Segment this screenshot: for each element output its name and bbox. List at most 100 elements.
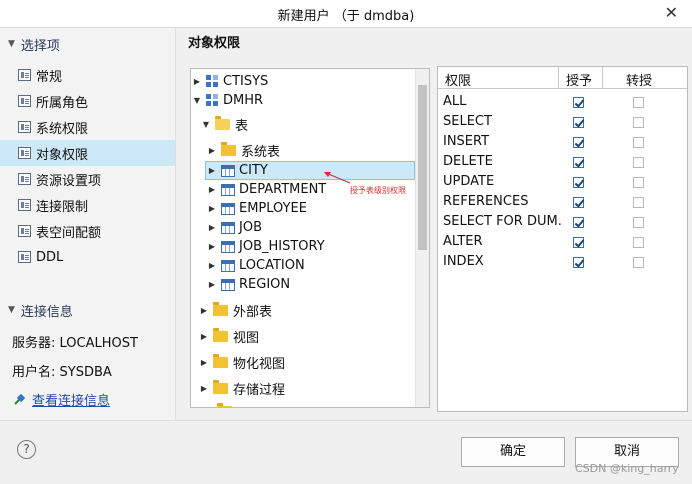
sidebar-nav: 常规 所属角色 系统权限 对象权限 资源设置项 连接限制 表空间配额 DDL — [0, 62, 175, 270]
table-icon — [221, 164, 235, 177]
server-info: 服务器: LOCALHOST — [12, 336, 138, 351]
transfer-checkbox[interactable] — [633, 237, 644, 248]
expand-arrow-icon[interactable]: ▶ — [207, 223, 217, 232]
grant-checkbox[interactable] — [573, 137, 584, 148]
sidebar-item-connection-limits[interactable]: 连接限制 — [0, 192, 175, 218]
collapse-triangle-icon[interactable]: ▼ — [8, 305, 15, 315]
tree-node-label: 视图 — [233, 331, 260, 346]
sidebar-item-label: 表空间配额 — [36, 225, 102, 241]
expand-arrow-icon[interactable]: ▶ — [207, 242, 217, 251]
page-icon — [18, 69, 31, 81]
help-icon[interactable]: ? — [17, 440, 36, 459]
username-info: 用户名: SYSDBA — [12, 365, 112, 380]
sidebar-item-label: 常规 — [36, 69, 63, 85]
sidebar-item-tablespace-quota[interactable]: 表空间配额 — [0, 218, 175, 244]
tree-node-label: 外部表 — [233, 305, 273, 320]
tree-node-label: 存储过程 — [233, 383, 286, 398]
expand-arrow-icon[interactable]: ▶ — [199, 306, 209, 315]
annotation-arrow-icon — [324, 172, 351, 184]
sidebar-item-system-privileges[interactable]: 系统权限 — [0, 114, 175, 140]
folder-icon — [213, 380, 228, 394]
grant-checkbox[interactable] — [573, 257, 584, 268]
folder-icon — [213, 354, 228, 368]
collapse-arrow-icon[interactable]: ▼ — [201, 120, 211, 129]
transfer-checkbox[interactable] — [633, 197, 644, 208]
tree-scrollbar-thumb[interactable] — [418, 85, 427, 250]
grant-checkbox[interactable] — [573, 157, 584, 168]
transfer-checkbox[interactable] — [633, 157, 644, 168]
tree-node-label: JOB_HISTORY — [239, 239, 325, 254]
page-icon — [18, 199, 31, 211]
transfer-checkbox[interactable] — [633, 97, 644, 108]
tree-node-external-tables[interactable]: ▶ 外部表 — [199, 301, 399, 320]
tree-node-tables-folder[interactable]: ▼ 表 — [201, 115, 411, 134]
transfer-checkbox[interactable] — [633, 137, 644, 148]
folder-icon — [213, 328, 228, 342]
expand-arrow-icon[interactable]: ▶ — [207, 166, 217, 175]
table-icon — [221, 240, 235, 253]
sidebar-item-general[interactable]: 常规 — [0, 62, 175, 88]
tree-node-views[interactable]: ▶ 视图 — [199, 327, 399, 346]
folder-icon — [213, 302, 228, 316]
tree-node-job[interactable]: ▶ JOB — [207, 218, 407, 237]
table-icon — [221, 278, 235, 291]
database-icon — [206, 94, 219, 107]
transfer-checkbox[interactable] — [633, 257, 644, 268]
tree-node-materialized-views[interactable]: ▶ 物化视图 — [199, 353, 399, 372]
grant-checkbox[interactable] — [573, 117, 584, 128]
tree-node-stored-procedures[interactable]: ▶ 存储过程 — [199, 379, 399, 398]
sidebar-item-roles[interactable]: 所属角色 — [0, 88, 175, 114]
permission-row: INDEX — [438, 252, 687, 272]
grant-checkbox[interactable] — [573, 217, 584, 228]
transfer-checkbox[interactable] — [633, 177, 644, 188]
sidebar-item-ddl[interactable]: DDL — [0, 244, 175, 270]
expand-arrow-icon[interactable]: ▶ — [199, 358, 209, 367]
grant-checkbox[interactable] — [573, 177, 584, 188]
expand-arrow-icon[interactable]: ▶ — [199, 384, 209, 393]
page-icon — [18, 147, 31, 159]
grant-checkbox[interactable] — [573, 97, 584, 108]
expand-arrow-icon[interactable]: ▶ — [207, 280, 217, 289]
tree-node-label: JOB — [239, 220, 262, 235]
tree-node-employee[interactable]: ▶ EMPLOYEE — [207, 199, 407, 218]
tree-node-job-history[interactable]: ▶ JOB_HISTORY — [207, 237, 407, 256]
connection-section-header[interactable]: ▼ 连接信息 — [0, 298, 176, 322]
tree-node-location[interactable]: ▶ LOCATION — [207, 256, 407, 275]
object-tree[interactable]: ▶ CTISYS ▼ DMHR ▼ 表 ▶ 系统表 ▶ CITY ▶ DEPARTMENT … — [190, 68, 430, 408]
transfer-checkbox[interactable] — [633, 117, 644, 128]
close-icon[interactable]: ✕ — [665, 3, 678, 22]
table-icon — [221, 202, 235, 215]
select-section-header[interactable]: ▼ 选择项 — [0, 32, 175, 56]
transfer-checkbox[interactable] — [633, 217, 644, 228]
sidebar-item-resource-settings[interactable]: 资源设置项 — [0, 166, 175, 192]
tree-node-ctisys[interactable]: ▶ CTISYS — [192, 72, 412, 91]
expand-arrow-icon[interactable]: ▶ — [207, 204, 217, 213]
collapse-triangle-icon[interactable]: ▼ — [8, 39, 15, 49]
collapse-arrow-icon[interactable]: ▼ — [192, 96, 202, 105]
title-bar: 新建用户 （于 dmdba) ✕ — [0, 0, 692, 28]
watermark: CSDN @king_harry — [575, 462, 679, 475]
expand-arrow-icon[interactable]: ▶ — [207, 261, 217, 270]
permission-row: ALL — [438, 92, 687, 112]
ok-button[interactable]: 确定 — [461, 437, 565, 467]
permission-row: UPDATE — [438, 172, 687, 192]
tree-node-label: LOCATION — [239, 258, 305, 273]
sidebar-item-label: 对象权限 — [36, 147, 89, 163]
tree-node-region[interactable]: ▶ REGION — [207, 275, 407, 294]
folder-icon — [217, 403, 232, 407]
expand-arrow-icon[interactable]: ▶ — [192, 77, 202, 86]
expand-arrow-icon[interactable]: ▶ — [207, 146, 217, 155]
sidebar-item-label: 所属角色 — [36, 95, 89, 111]
view-connection-link[interactable]: 查看连接信息 — [32, 390, 110, 409]
sidebar-item-object-privileges[interactable]: 对象权限 — [0, 140, 175, 166]
tree-scrollbar[interactable] — [415, 69, 429, 407]
tree-node-system-tables[interactable]: ▶ 系统表 — [207, 141, 407, 160]
expand-arrow-icon[interactable]: ▶ — [207, 185, 217, 194]
grant-checkbox[interactable] — [573, 237, 584, 248]
tree-node-dmhr[interactable]: ▼ DMHR — [192, 91, 412, 110]
tree-node-city[interactable]: ▶ CITY — [205, 161, 415, 180]
view-connection-info[interactable]: 查看连接信息 — [12, 390, 110, 409]
grant-checkbox[interactable] — [573, 197, 584, 208]
column-header-grant: 授予 — [566, 74, 593, 89]
expand-arrow-icon[interactable]: ▶ — [199, 332, 209, 341]
